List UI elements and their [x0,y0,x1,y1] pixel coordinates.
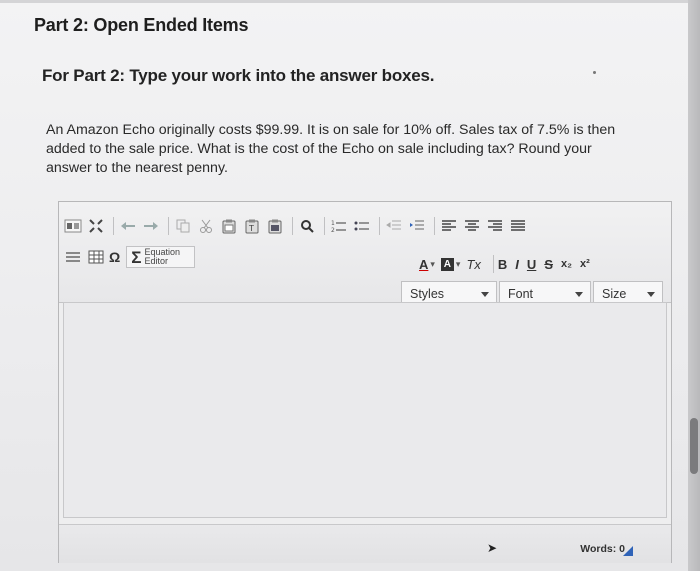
editor-content-area[interactable] [63,302,667,518]
toolbar-row-1: T 12 [63,214,531,238]
table-icon[interactable] [86,247,106,267]
special-char-button[interactable]: Ω [109,249,120,265]
word-count: Words: 0 [580,543,625,555]
toolbar-separator [168,217,169,235]
svg-text:2: 2 [331,227,335,233]
editor-toolbar: T 12 Ω Σ Equation Editor A ▾ A ▾ Tx B I … [59,202,671,307]
font-label: Font [508,287,534,301]
superscript-button[interactable]: x² [580,258,590,270]
find-icon[interactable] [297,216,317,236]
align-left-icon[interactable] [439,216,459,236]
text-color-button[interactable]: A [419,257,428,272]
question-text: An Amazon Echo originally costs $99.99. … [46,122,616,176]
equation-editor-button[interactable]: Σ Equation Editor [126,246,196,268]
paste-word-icon[interactable] [265,216,285,236]
bg-color-button[interactable]: A [440,257,454,271]
indent-icon[interactable] [407,216,427,236]
mouse-pointer-icon: ➤ [487,541,498,555]
align-right-icon[interactable] [485,216,505,236]
chevron-down-icon [481,291,489,297]
toolbar-row-2: Ω Σ Equation Editor [63,245,196,269]
justify-icon[interactable] [508,216,528,236]
instructions-heading: For Part 2: Type your work into the answ… [42,66,435,85]
source-icon[interactable] [63,216,83,236]
sigma-icon: Σ [131,247,142,267]
numbered-list-icon[interactable]: 12 [329,216,349,236]
page-scrollbar[interactable] [688,0,700,571]
toolbar-separator [492,255,494,273]
maximize-icon[interactable] [86,216,106,236]
scrollbar-thumb[interactable] [690,418,698,474]
toolbar-separator [324,217,325,235]
remove-format-button[interactable]: Tx [466,257,480,272]
styles-label: Styles [410,287,445,301]
bold-button[interactable]: B [498,257,507,272]
align-center-icon[interactable] [462,216,482,236]
toolbar-separator [434,217,435,235]
undo-icon[interactable] [118,216,138,236]
chevron-down-icon [575,291,583,297]
cut-icon[interactable] [196,216,216,236]
svg-text:T: T [248,224,254,233]
equation-editor-label: Equation Editor [144,247,180,266]
underline-button[interactable]: U [527,257,536,272]
copy-icon[interactable] [173,216,193,236]
format-group: A ▾ A ▾ Tx B I U S x₂ x² [419,252,598,276]
paste-text-icon[interactable]: T [242,216,262,236]
redo-icon[interactable] [141,216,161,236]
italic-button[interactable]: I [515,257,519,272]
toolbar-separator [113,217,114,235]
size-label: Size [602,287,627,301]
stray-dot [593,71,596,74]
svg-text:1: 1 [331,220,335,227]
subscript-button[interactable]: x₂ [561,258,572,270]
toolbar-separator [379,217,380,235]
chevron-down-icon [647,291,655,297]
bulleted-list-icon[interactable] [352,216,372,236]
editor-footer: ➤ Words: 0 [59,524,671,563]
strikethrough-button[interactable]: S [544,257,553,272]
top-divider [0,0,700,3]
answer-editor: T 12 Ω Σ Equation Editor A ▾ A ▾ Tx B I … [58,201,672,563]
horizontal-line-icon[interactable] [63,247,83,267]
toolbar-separator [292,217,293,235]
page-title: Part 2: Open Ended Items [34,15,249,35]
outdent-icon[interactable] [384,216,404,236]
bg-color-dropdown-icon[interactable]: ▾ [456,259,461,270]
resize-handle-icon[interactable] [623,546,633,556]
text-color-dropdown-icon[interactable]: ▾ [430,259,435,270]
paste-icon[interactable] [219,216,239,236]
page: Part 2: Open Ended Items For Part 2: Typ… [0,0,700,571]
